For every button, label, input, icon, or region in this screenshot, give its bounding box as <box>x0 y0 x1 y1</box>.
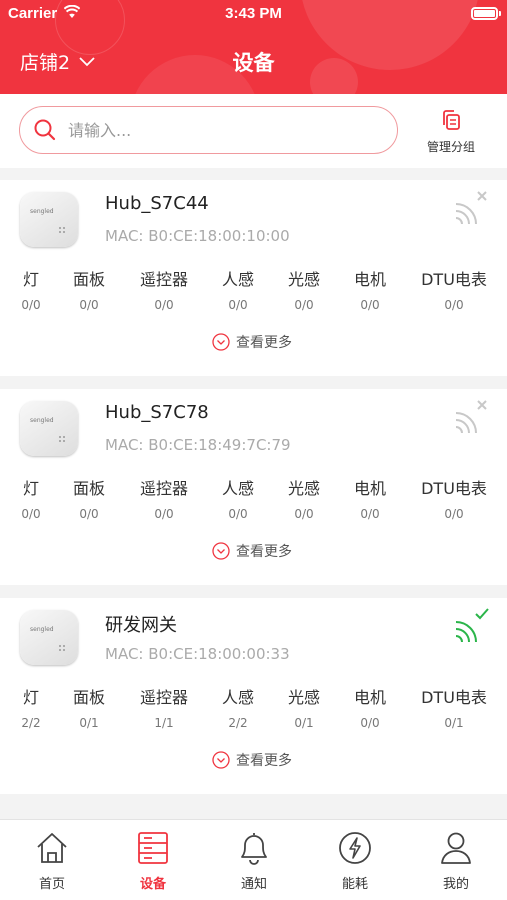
view-more-button[interactable]: 查看更多 <box>212 541 292 561</box>
device-stats: 灯 2/2 面板 0/1 遥控器 1/1 人感 2/2 光感 0/1 电机 0/0 DTU电… <box>0 684 507 734</box>
hub-device-image: sengled <box>20 192 78 247</box>
offline-signal-icon <box>455 191 487 225</box>
page-title: 设备 <box>232 51 275 75</box>
chevron-circle-down-icon <box>212 751 230 769</box>
tab-energy[interactable]: 能耗 <box>315 830 395 892</box>
device-mac: MAC: B0:CE:18:00:10:00 <box>105 227 290 245</box>
lightning-icon <box>339 832 371 864</box>
manage-group-label: 管理分组 <box>426 140 475 154</box>
bottom-tab-bar: 首页 设备 通知 能耗 我的 <box>0 819 507 900</box>
online-signal-icon <box>455 608 489 643</box>
stat-dtu-meter: DTU电表 0/0 <box>421 479 487 521</box>
tab-energy-label: 能耗 <box>341 877 368 892</box>
tab-notifications-label: 通知 <box>240 877 267 892</box>
search-input[interactable] <box>68 120 348 140</box>
stat-dtu-meter: DTU电表 0/1 <box>421 688 487 730</box>
device-list-icon <box>138 832 168 864</box>
device-name: 研发网关 <box>105 615 177 636</box>
view-more-label: 查看更多 <box>236 753 292 769</box>
tab-home[interactable]: 首页 <box>12 830 92 892</box>
manage-group-button[interactable]: 管理分组 <box>418 108 484 155</box>
home-icon <box>37 833 67 863</box>
stat-motor: 电机 0/0 <box>353 688 386 730</box>
status-time: 3:43 PM <box>225 5 282 22</box>
tab-profile-label: 我的 <box>442 877 469 892</box>
search-box[interactable] <box>19 106 398 154</box>
stat-motor: 电机 0/0 <box>353 479 386 521</box>
device-mac: MAC: B0:CE:18:49:7C:79 <box>105 436 291 454</box>
device-stats: 灯 0/0 面板 0/0 遥控器 0/0 人感 0/0 光感 0/0 电机 0/0 DTU电… <box>0 475 507 525</box>
chevron-circle-down-icon <box>212 333 230 351</box>
stat-motor: 电机 0/0 <box>353 270 386 312</box>
device-name: Hub_S7C44 <box>105 193 209 214</box>
search-section: 管理分组 <box>0 94 507 168</box>
status-bar: Carrier 3:43 PM <box>0 0 507 28</box>
device-card[interactable]: sengled Hub_S7C44 MAC: B0:CE:18:00:10:00… <box>0 180 507 376</box>
view-more-label: 查看更多 <box>236 544 292 560</box>
tab-profile[interactable]: 我的 <box>416 830 496 892</box>
hub-device-image: sengled <box>20 401 78 456</box>
device-stats: 灯 0/0 面板 0/0 遥控器 0/0 人感 0/0 光感 0/0 电机 0/0 DTU电… <box>0 266 507 316</box>
hub-device-image: sengled <box>20 610 78 665</box>
device-mac: MAC: B0:CE:18:00:00:33 <box>105 645 290 663</box>
battery-icon <box>471 7 501 20</box>
tab-notifications[interactable]: 通知 <box>214 830 294 892</box>
tab-devices-label: 设备 <box>139 877 166 892</box>
tab-home-label: 首页 <box>38 877 65 892</box>
tab-devices[interactable]: 设备 <box>113 830 193 892</box>
offline-signal-icon <box>455 400 487 434</box>
header-bar: Carrier 3:43 PM 店铺2 设备 <box>0 0 507 94</box>
stat-dtu-meter: DTU电表 0/0 <box>421 270 487 312</box>
device-card[interactable]: sengled Hub_S7C78 MAC: B0:CE:18:49:7C:79… <box>0 389 507 585</box>
view-more-label: 查看更多 <box>236 335 292 351</box>
user-icon <box>441 832 471 864</box>
device-name: Hub_S7C78 <box>105 402 209 423</box>
search-icon <box>34 119 56 141</box>
copy-icon <box>443 110 460 130</box>
view-more-button[interactable]: 查看更多 <box>212 750 292 770</box>
bell-icon <box>241 833 267 865</box>
view-more-button[interactable]: 查看更多 <box>212 332 292 352</box>
chevron-circle-down-icon <box>212 542 230 560</box>
device-card[interactable]: sengled 研发网关 MAC: B0:CE:18:00:00:33 灯 2/2… <box>0 598 507 794</box>
